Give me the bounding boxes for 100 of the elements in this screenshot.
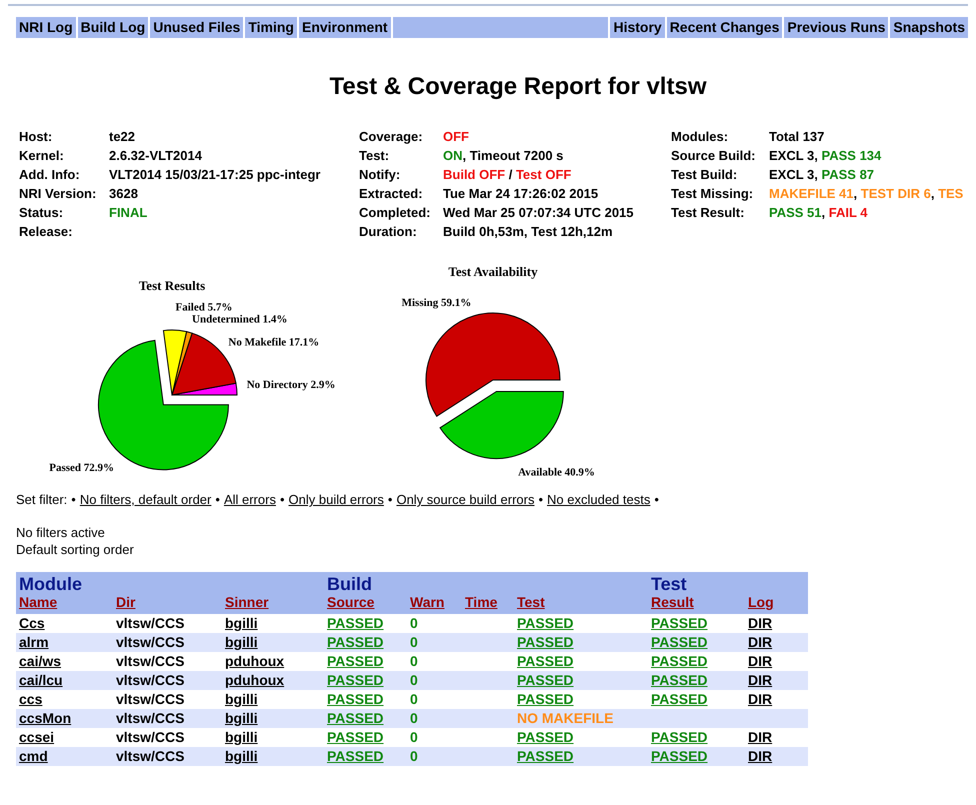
info-label: Modules: — [671, 129, 730, 146]
info-value: EXCL 3, PASS 87 — [769, 167, 874, 184]
column-sort-link[interactable]: Log — [748, 594, 774, 610]
status-note: Default sorting order — [16, 542, 135, 559]
nav-link[interactable]: Unused Files — [150, 17, 246, 38]
status-link[interactable]: PASSED — [327, 615, 384, 631]
status-note: No filters active — [16, 525, 106, 542]
package-link[interactable]: ccs — [19, 691, 42, 707]
nav-link[interactable]: Previous Runs — [784, 17, 890, 38]
package-link[interactable]: alrm — [19, 634, 49, 650]
status-link[interactable]: PASSED — [517, 615, 574, 631]
nav-link[interactable]: Timing — [245, 17, 299, 38]
separator: • — [280, 492, 285, 507]
info-label: Test Missing: — [671, 186, 754, 203]
slice-label: Missing 59.1% — [402, 297, 472, 310]
slice-label: Undetermined 1.4% — [192, 314, 288, 326]
info-label: Test: — [359, 148, 390, 165]
filter-link[interactable]: Only build errors — [288, 492, 384, 507]
status-link[interactable]: PASSED — [327, 729, 384, 745]
nav-link[interactable]: Build Log — [78, 17, 150, 38]
user-link[interactable]: bgilli — [225, 710, 258, 726]
status-link[interactable]: PASSED — [517, 748, 574, 764]
status-link[interactable]: PASSED — [651, 634, 708, 650]
status-link[interactable]: PASSED — [517, 691, 574, 707]
nav-link[interactable]: Snapshots — [890, 17, 968, 38]
folder-link[interactable]: DIR — [748, 672, 772, 688]
column-sort-link[interactable]: Result — [651, 594, 694, 610]
info-label: Extracted: — [359, 186, 424, 203]
column-sort-link[interactable]: Dir — [116, 594, 136, 610]
package-link[interactable]: cai/lcu — [19, 672, 63, 688]
status-link[interactable]: PASSED — [517, 653, 574, 669]
package-link[interactable]: ccsei — [19, 729, 54, 745]
user-link[interactable]: pduhoux — [225, 672, 284, 688]
status-link[interactable]: PASSED — [327, 710, 384, 726]
info-value: ON, Timeout 7200 s — [443, 148, 564, 165]
status-link[interactable]: PASSED — [651, 615, 708, 631]
user-link[interactable]: bgilli — [225, 634, 258, 650]
status-link[interactable]: PASSED — [327, 748, 384, 764]
slice-label: No Makefile 17.1% — [228, 336, 320, 349]
chart-title: Test Availability — [448, 264, 538, 279]
column-sort-link[interactable]: Warn — [410, 594, 444, 610]
column-sort-link[interactable]: Sinner — [225, 594, 269, 610]
status-link[interactable]: PASSED — [327, 691, 384, 707]
separator: • — [215, 492, 220, 507]
package-link[interactable]: cmd — [19, 748, 48, 764]
user-link[interactable]: bgilli — [225, 748, 258, 764]
info-value: Wed Mar 25 07:07:34 UTC 2015 — [443, 205, 634, 222]
info-value: MAKEFILE 41, TEST DIR 6, TES — [769, 186, 964, 203]
info-label: Source Build: — [671, 148, 757, 165]
filter-link[interactable]: No excluded tests — [547, 492, 650, 507]
count-value: 0 — [410, 748, 418, 764]
page-title: Test & Coverage Report for vltsw — [328, 72, 708, 102]
filter-link[interactable]: Only source build errors — [396, 492, 534, 507]
folder-link[interactable]: DIR — [748, 634, 772, 650]
status-link[interactable]: PASSED — [517, 729, 574, 745]
slice-label: Available 40.9% — [518, 466, 595, 478]
path-text: vltsw/CCS — [116, 691, 184, 707]
status-link[interactable]: PASSED — [327, 672, 384, 688]
user-link[interactable]: bgilli — [225, 729, 258, 745]
status-link[interactable]: PASSED — [651, 729, 708, 745]
folder-link[interactable]: DIR — [748, 615, 772, 631]
column-sort-link[interactable]: Source — [327, 594, 374, 610]
info-value: VLT2014 15/03/21-17:25 ppc-integr — [109, 167, 320, 184]
nav-link[interactable]: Environment — [298, 17, 393, 38]
folder-link[interactable]: DIR — [748, 691, 772, 707]
folder-link[interactable]: DIR — [748, 748, 772, 764]
user-link[interactable]: pduhoux — [225, 653, 284, 669]
status-link[interactable]: PASSED — [651, 691, 708, 707]
info-value: OFF — [443, 129, 469, 146]
nav-link[interactable]: Recent Changes — [666, 17, 784, 38]
info-value: Build OFF / Test OFF — [443, 167, 572, 184]
column-sort-link[interactable]: Test — [517, 594, 545, 610]
user-link[interactable]: bgilli — [225, 615, 258, 631]
nav-link[interactable]: NRI Log — [16, 17, 78, 38]
nav-link[interactable]: History — [610, 17, 667, 38]
filter-link[interactable]: All errors — [224, 492, 276, 507]
package-link[interactable]: Ccs — [19, 615, 45, 631]
folder-link[interactable]: DIR — [748, 653, 772, 669]
info-label: NRI Version: — [19, 186, 98, 203]
status-link[interactable]: PASSED — [517, 672, 574, 688]
info-label: Host: — [19, 129, 54, 146]
status-link[interactable]: PASSED — [327, 634, 384, 650]
info-label: Test Result: — [671, 205, 746, 222]
column-sort-link[interactable]: Time — [465, 594, 498, 610]
status-link[interactable]: PASSED — [327, 653, 384, 669]
info-label: Test Build: — [671, 167, 738, 184]
package-link[interactable]: ccsMon — [19, 710, 72, 726]
status-link[interactable]: PASSED — [517, 634, 574, 650]
count-value: 0 — [410, 672, 418, 688]
status-link[interactable]: PASSED — [651, 748, 708, 764]
info-value: 3628 — [109, 186, 138, 203]
status-link[interactable]: PASSED — [651, 653, 708, 669]
folder-link[interactable]: DIR — [748, 729, 772, 745]
status-link[interactable]: PASSED — [651, 672, 708, 688]
count-value: 0 — [410, 729, 418, 745]
package-link[interactable]: cai/ws — [19, 653, 62, 669]
separator: • — [71, 492, 76, 507]
user-link[interactable]: bgilli — [225, 691, 258, 707]
filter-link[interactable]: No filters, default order — [80, 492, 212, 507]
column-sort-link[interactable]: Name — [19, 594, 58, 610]
